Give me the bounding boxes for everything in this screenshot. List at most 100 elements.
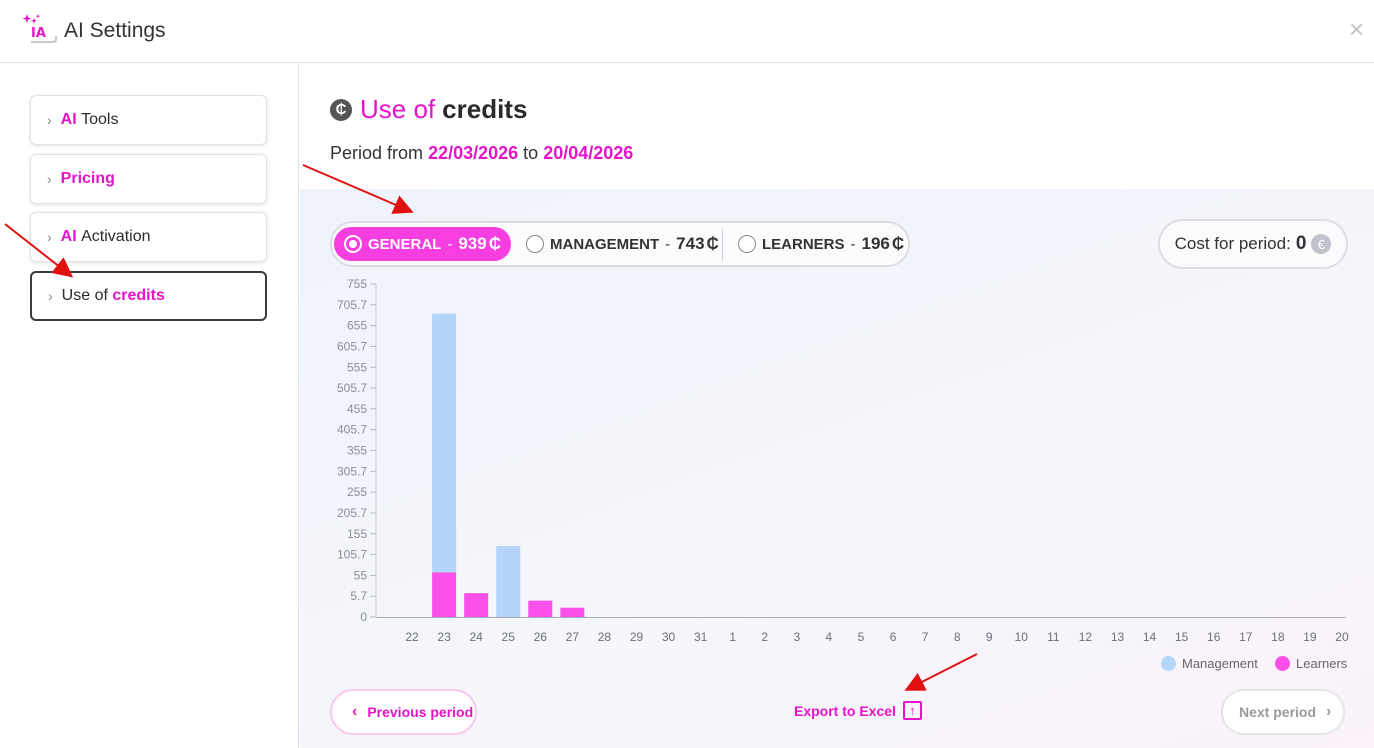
x-tick-label: 8	[954, 630, 961, 644]
period-middle: to	[523, 143, 539, 163]
sidebar-item-label: Pricing	[60, 170, 115, 187]
sidebar-item-label-prefix: AI	[60, 111, 77, 128]
legend-item-management[interactable]: Management	[1161, 656, 1258, 671]
x-tick-label: 15	[1175, 630, 1189, 644]
window-header: IA AI Settings ×	[0, 0, 1374, 63]
sidebar-item-label: Tools	[81, 111, 119, 128]
x-tick-label: 30	[662, 630, 676, 644]
chevron-right-icon: ›	[48, 288, 53, 304]
previous-period-label: Previous period	[367, 704, 474, 720]
period-range: Period from 22/03/2026 to 20/04/2026	[330, 143, 633, 164]
sidebar-item-label-prefix: Use of	[61, 287, 108, 304]
sidebar-item-label: Activation	[81, 228, 151, 245]
y-tick-label: 405.7	[337, 423, 367, 437]
bar-management	[432, 313, 457, 573]
x-tick-label: 13	[1111, 630, 1125, 644]
page-title: ₵ Use of credits	[330, 94, 527, 125]
x-tick-label: 20	[1335, 630, 1349, 644]
bar-learners	[560, 607, 585, 617]
x-tick-label: 31	[694, 630, 708, 644]
export-label: Export to Excel	[794, 702, 896, 719]
y-tick-label: 205.7	[337, 506, 367, 520]
x-tick-label: 1	[729, 630, 736, 644]
x-tick-label: 7	[922, 630, 929, 644]
export-icon: ↑	[902, 701, 922, 720]
x-tick-label: 10	[1015, 630, 1029, 644]
chevron-right-icon: ›	[47, 229, 52, 245]
app-title: AI Settings	[64, 19, 166, 42]
y-tick-label: 505.7	[337, 381, 367, 395]
previous-period-button[interactable]: ‹ Previous period	[330, 689, 477, 735]
x-tick-label: 12	[1079, 630, 1093, 644]
bar-learners	[432, 572, 457, 617]
y-tick-label: 305.7	[337, 464, 367, 478]
x-tick-label: 24	[469, 630, 483, 644]
export-to-excel-button[interactable]: Export to Excel ↑	[794, 701, 922, 720]
legend-label: Learners	[1296, 656, 1348, 671]
y-tick-label: 555	[347, 360, 367, 374]
x-tick-label: 27	[566, 630, 580, 644]
chevron-right-icon: ›	[1326, 703, 1332, 720]
x-tick-label: 3	[793, 630, 800, 644]
y-tick-label: 155	[347, 527, 367, 541]
legend-label: Management	[1182, 656, 1258, 671]
next-period-label: Next period	[1239, 704, 1317, 720]
y-tick-label: 705.7	[337, 298, 367, 312]
sidebar-item-use-of-credits[interactable]: › Use of credits	[30, 271, 267, 321]
ia-logo-icon: IA	[20, 12, 58, 46]
x-tick-label: 4	[826, 630, 833, 644]
sidebar: › AI Tools › Pricing › AI Activation › U…	[0, 63, 299, 748]
chevron-left-icon: ‹	[352, 703, 358, 720]
legend-item-learners[interactable]: Learners	[1275, 656, 1347, 671]
legend-dot-icon	[1161, 656, 1176, 671]
x-tick-label: 2	[761, 630, 768, 644]
close-icon[interactable]: ×	[1349, 16, 1364, 42]
period-prefix: Period from	[330, 143, 424, 163]
y-tick-label: 605.7	[337, 339, 367, 353]
credits-panel: GENERAL - 939 ₵ MANAGEMENT - 743 ₵ LEARN…	[300, 189, 1374, 748]
x-tick-label: 28	[598, 630, 612, 644]
bar-learners	[528, 600, 553, 617]
period-to: 20/04/2026	[543, 143, 634, 163]
y-tick-label: 755	[347, 277, 367, 291]
x-tick-label: 29	[630, 630, 644, 644]
x-tick-label: 16	[1207, 630, 1221, 644]
sidebar-item-ai-activation[interactable]: › AI Activation	[30, 212, 267, 262]
credits-bar-chart: 05.755105.7155205.7255305.7355405.745550…	[337, 277, 1349, 644]
x-tick-label: 18	[1271, 630, 1285, 644]
x-tick-label: 19	[1303, 630, 1317, 644]
y-tick-label: 5.7	[350, 589, 367, 603]
x-tick-label: 26	[534, 630, 548, 644]
next-period-button[interactable]: Next period ›	[1221, 689, 1345, 735]
x-tick-label: 6	[890, 630, 897, 644]
credit-coin-icon: ₵	[330, 98, 352, 121]
x-tick-label: 17	[1239, 630, 1253, 644]
y-tick-label: 455	[347, 402, 367, 416]
sidebar-item-label: credits	[112, 287, 165, 304]
period-from: 22/03/2026	[428, 143, 519, 163]
sidebar-item-label-prefix: AI	[60, 228, 77, 245]
chevron-right-icon: ›	[47, 112, 52, 128]
bar-management	[496, 545, 521, 617]
bar-learners	[464, 593, 489, 617]
x-tick-label: 9	[986, 630, 993, 644]
svg-text:IA: IA	[31, 26, 46, 41]
x-tick-label: 22	[405, 630, 419, 644]
page-title-part1: Use of	[360, 94, 436, 124]
chevron-right-icon: ›	[47, 171, 52, 187]
y-tick-label: 655	[347, 319, 367, 333]
y-tick-label: 105.7	[337, 548, 367, 562]
x-tick-label: 11	[1047, 630, 1060, 644]
x-tick-label: 5	[858, 630, 865, 644]
x-tick-label: 14	[1143, 630, 1157, 644]
x-tick-label: 25	[502, 630, 516, 644]
y-tick-label: 255	[347, 485, 367, 499]
sidebar-item-pricing[interactable]: › Pricing	[30, 154, 267, 204]
y-tick-label: 0	[360, 610, 367, 624]
page-title-part2: credits	[442, 94, 528, 124]
sidebar-item-ai-tools[interactable]: › AI Tools	[30, 95, 267, 145]
y-tick-label: 55	[354, 568, 368, 582]
x-tick-label: 23	[437, 630, 451, 644]
y-tick-label: 355	[347, 444, 367, 458]
legend-dot-icon	[1275, 656, 1290, 671]
